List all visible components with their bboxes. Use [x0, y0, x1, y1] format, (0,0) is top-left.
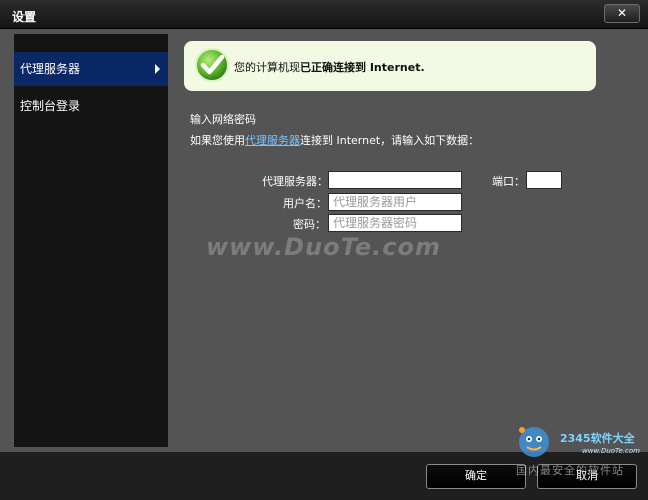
port-input[interactable]	[526, 171, 562, 189]
proxy-server-input[interactable]	[328, 171, 462, 189]
logo-slogan-text: 国内最安全的软件站	[516, 464, 624, 477]
check-circle-icon	[195, 48, 229, 82]
sidebar-item-proxy-server[interactable]: 代理服务器	[14, 52, 168, 86]
proxy-server-link[interactable]: 代理服务器	[245, 134, 300, 147]
watermark: www.DuoTe.com	[206, 233, 441, 261]
proxy-server-label: 代理服务器：	[262, 175, 328, 188]
close-button[interactable]: ✕	[604, 4, 640, 23]
status-text-prefix: 您的计算机现	[234, 61, 300, 74]
instruction-text: 如果您使用代理服务器连接到 Internet，请输入如下数据：	[190, 132, 479, 148]
chevron-right-icon	[155, 64, 160, 74]
sidebar-item-console-login[interactable]: 控制台登录	[14, 89, 168, 123]
ok-button[interactable]: 确定	[426, 464, 526, 489]
sidebar: 代理服务器 控制台登录	[14, 34, 168, 447]
password-label: 密码：	[293, 218, 326, 231]
title-bar: 设置 ✕	[0, 0, 648, 29]
port-label: 端口：	[492, 175, 525, 188]
password-input[interactable]	[328, 214, 462, 232]
connection-status-banner: 您的计算机现已正确连接到 Internet.	[184, 41, 596, 91]
sidebar-item-label: 代理服务器	[20, 62, 81, 76]
sidebar-item-label: 控制台登录	[20, 99, 81, 113]
username-label: 用户名：	[283, 197, 327, 210]
close-icon: ✕	[616, 6, 628, 20]
status-text-strong: 已正确连接到 Internet.	[300, 61, 425, 74]
section-title: 输入网络密码	[190, 113, 256, 126]
instruction-prefix: 如果您使用	[190, 134, 245, 147]
window-title: 设置	[12, 10, 37, 24]
instruction-suffix: 连接到 Internet，请输入如下数据：	[300, 134, 480, 147]
status-text: 您的计算机现已正确连接到 Internet.	[234, 59, 425, 75]
logo-site-text: www.DuoTe.com	[582, 447, 640, 455]
logo-brand-text: 2345软件大全	[560, 432, 635, 445]
username-input[interactable]	[328, 193, 462, 211]
